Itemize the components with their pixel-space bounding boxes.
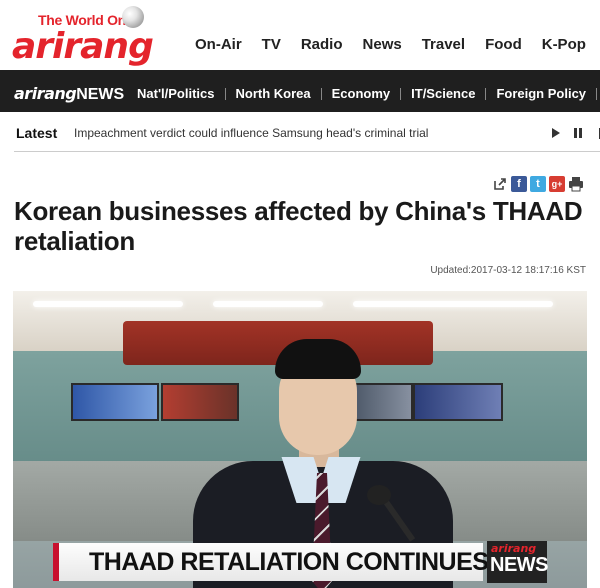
site-header: The World On arirang On-Air TV Radio New… xyxy=(0,0,600,68)
divider xyxy=(320,88,322,100)
lower-third-text: THAAD RETALIATION CONTINUES xyxy=(89,547,489,576)
divider xyxy=(400,88,402,100)
logo-brand: arirang xyxy=(12,26,154,67)
nav-item-radio[interactable]: Radio xyxy=(301,36,343,53)
nav-item-tv[interactable]: TV xyxy=(262,36,281,53)
anchor-hair xyxy=(275,339,361,379)
arirang-news-bug: arirang NEWS xyxy=(487,541,549,583)
diamond-icon xyxy=(72,557,82,567)
news-category-nav: Nat'l/Politics North Korea Economy IT/Sc… xyxy=(137,86,600,101)
share-toolbar: f t g+ xyxy=(492,176,584,192)
nav-item-travel[interactable]: Travel xyxy=(422,36,465,53)
divider xyxy=(485,88,487,100)
microphone-icon xyxy=(367,485,391,505)
pause-icon[interactable] xyxy=(571,126,585,140)
play-icon[interactable] xyxy=(549,126,563,140)
news-logo-brand: arirang xyxy=(14,84,77,103)
latest-ticker: Latest Impeachment verdict could influen… xyxy=(14,114,600,152)
twitter-icon[interactable]: t xyxy=(530,176,546,192)
ceiling-light xyxy=(213,301,323,307)
article-title: Korean businesses affected by China's TH… xyxy=(14,196,583,256)
category-foreign-policy[interactable]: Foreign Policy xyxy=(496,86,586,101)
google-plus-icon[interactable]: g+ xyxy=(549,176,565,192)
category-economy[interactable]: Economy xyxy=(332,86,391,101)
video-player[interactable]: THAAD RETALIATION CONTINUES arirang NEWS xyxy=(13,291,587,588)
main-nav: On-Air TV Radio News Travel Food K-Pop L xyxy=(195,36,600,53)
ticker-controls xyxy=(549,126,600,140)
arirang-logo[interactable]: The World On arirang xyxy=(12,6,154,67)
studio-monitor xyxy=(71,383,159,421)
next-icon[interactable] xyxy=(593,126,600,140)
news-section-bar: arirangNEWS Nat'l/Politics North Korea E… xyxy=(0,70,600,112)
category-it-science[interactable]: IT/Science xyxy=(411,86,475,101)
print-icon[interactable] xyxy=(568,176,584,192)
latest-label: Latest xyxy=(16,125,58,141)
lower-third-banner: THAAD RETALIATION CONTINUES xyxy=(53,543,489,581)
updated-timestamp: Updated:2017-03-12 18:17:16 KST xyxy=(430,265,586,276)
nav-item-kpop[interactable]: K-Pop xyxy=(542,36,586,53)
facebook-icon[interactable]: f xyxy=(511,176,527,192)
ceiling-light xyxy=(353,301,553,307)
nav-item-news[interactable]: News xyxy=(363,36,402,53)
news-logo-label: NEWS xyxy=(76,86,125,103)
ceiling-light xyxy=(33,301,183,307)
bug-label: NEWS xyxy=(490,554,549,576)
latest-headline-link[interactable]: Impeachment verdict could influence Sams… xyxy=(74,126,428,140)
share-icon[interactable] xyxy=(492,176,508,192)
category-politics[interactable]: Nat'l/Politics xyxy=(137,86,215,101)
divider xyxy=(224,88,226,100)
category-north-korea[interactable]: North Korea xyxy=(236,86,311,101)
divider xyxy=(596,88,598,100)
globe-icon xyxy=(122,6,144,28)
arirang-news-logo[interactable]: arirangNEWS xyxy=(14,84,124,104)
nav-item-on-air[interactable]: On-Air xyxy=(195,36,242,53)
nav-item-food[interactable]: Food xyxy=(485,36,522,53)
